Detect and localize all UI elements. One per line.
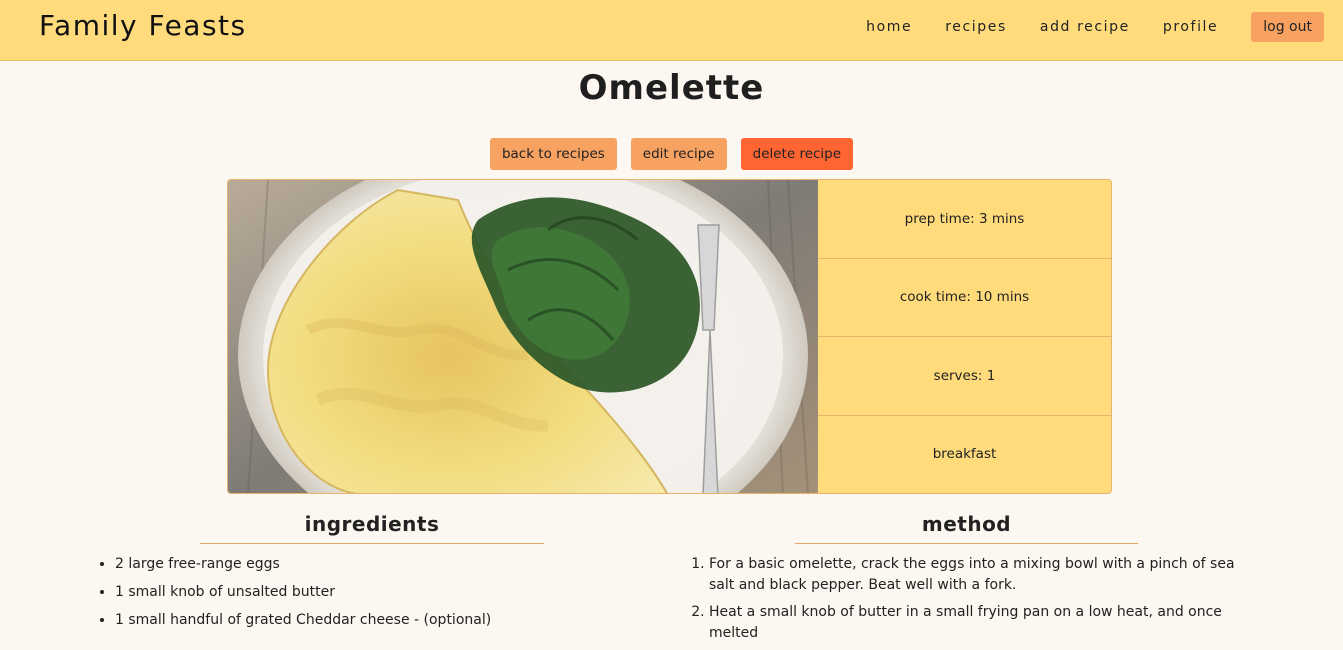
edit-recipe-button[interactable]: edit recipe [630,138,727,170]
method-divider [795,543,1138,544]
method-heading: method [921,512,1012,536]
back-to-recipes-button[interactable]: back to recipes [489,138,617,170]
logout-button[interactable]: log out [1251,12,1324,42]
main-nav: home recipes add recipe profile log out [866,0,1343,54]
method-list: For a basic omelette, crack the eggs int… [690,554,1250,650]
prep-time: prep time: 3 mins [818,180,1111,259]
top-navbar: Family Feasts home recipes add recipe pr… [0,0,1343,61]
omelette-photo [228,180,818,493]
delete-recipe-button[interactable]: delete recipe [740,138,854,170]
cook-time: cook time: 10 mins [818,259,1111,337]
ingredients-heading: ingredients [304,512,440,536]
recipe-info: prep time: 3 mins cook time: 10 mins ser… [818,180,1111,493]
nav-home[interactable]: home [866,19,912,35]
category: breakfast [932,446,997,463]
method-step: Heat a small knob of butter in a small f… [709,602,1250,644]
ingredient-item: 2 large free-range eggs [115,554,577,575]
ingredient-item: 1 small knob of unsalted butter [115,582,577,603]
recipe-card: prep time: 3 mins cook time: 10 mins ser… [227,179,1112,494]
nav-profile[interactable]: profile [1163,19,1218,35]
servings: serves: 1 [818,337,1111,416]
recipe-actions: back to recipes edit recipe delete recip… [0,138,1343,170]
omelette-photo-icon [228,180,818,493]
ingredient-item: 1 small handful of grated Cheddar cheese… [115,610,577,631]
site-logo[interactable]: Family Feasts [39,9,247,42]
ingredients-divider [200,543,544,544]
method-step: For a basic omelette, crack the eggs int… [709,554,1250,596]
recipe-title: Omelette [578,68,765,108]
nav-add-recipe[interactable]: add recipe [1040,19,1130,35]
nav-recipes[interactable]: recipes [945,19,1007,35]
ingredients-list: 2 large free-range eggs 1 small knob of … [97,554,577,638]
